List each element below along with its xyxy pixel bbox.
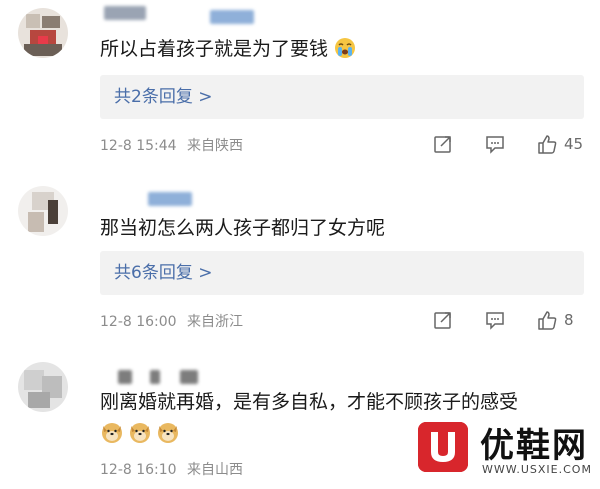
doge-emoji [130, 423, 150, 443]
view-replies-link[interactable]: 共6条回复 > [114, 262, 212, 284]
emoji-row [100, 420, 180, 444]
username-blurred[interactable] [150, 370, 160, 384]
user-avatar[interactable] [18, 186, 68, 236]
username-blurred[interactable] [148, 192, 192, 206]
comment-icon[interactable] [484, 133, 506, 155]
comment-text: 所以占着孩子就是为了要钱 [100, 37, 356, 61]
like-count: 8 [564, 311, 574, 329]
username-blurred[interactable] [180, 370, 198, 384]
like-icon[interactable] [536, 133, 558, 155]
crying-face-emoji [335, 38, 356, 58]
share-icon[interactable] [432, 133, 454, 155]
comment-text: 刚离婚就再婚，是有多自私，才能不顾孩子的感受 [100, 391, 519, 413]
user-avatar[interactable] [18, 362, 68, 412]
comment-text: 那当初怎么两人孩子都归了女方呢 [100, 217, 386, 239]
location: 来自浙江 [187, 314, 244, 330]
site-logo-mark [418, 422, 468, 472]
like-icon[interactable] [536, 309, 558, 331]
comment-meta: 12-8 15:44 来自陕西 [100, 135, 243, 155]
location: 来自山西 [187, 462, 244, 478]
username-blurred[interactable] [118, 370, 132, 384]
doge-emoji [102, 423, 122, 443]
comment-actions: 45 [432, 132, 584, 156]
doge-emoji [158, 423, 178, 443]
comment-meta: 12-8 16:10 来自山西 [100, 459, 243, 479]
username-blurred[interactable] [210, 10, 254, 24]
timestamp: 12-8 16:00 [100, 314, 177, 330]
share-icon[interactable] [432, 309, 454, 331]
timestamp: 12-8 16:10 [100, 462, 177, 478]
timestamp: 12-8 15:44 [100, 138, 177, 154]
username-blurred[interactable] [104, 6, 146, 20]
site-watermark: 优鞋网 WWW.USXIE.COM [418, 418, 600, 489]
location: 来自陕西 [187, 138, 244, 154]
like-count: 45 [564, 135, 584, 153]
site-url: WWW.USXIE.COM [482, 463, 592, 476]
reply-summary[interactable]: 共6条回复 > [100, 251, 584, 295]
reply-summary[interactable]: 共2条回复 > [100, 75, 584, 119]
user-avatar[interactable] [18, 8, 68, 58]
comment-icon[interactable] [484, 309, 506, 331]
site-brand-name: 优鞋网 [480, 426, 588, 466]
comment-actions: 8 [432, 308, 584, 332]
view-replies-link[interactable]: 共2条回复 > [114, 86, 212, 108]
comment-meta: 12-8 16:00 来自浙江 [100, 311, 243, 331]
